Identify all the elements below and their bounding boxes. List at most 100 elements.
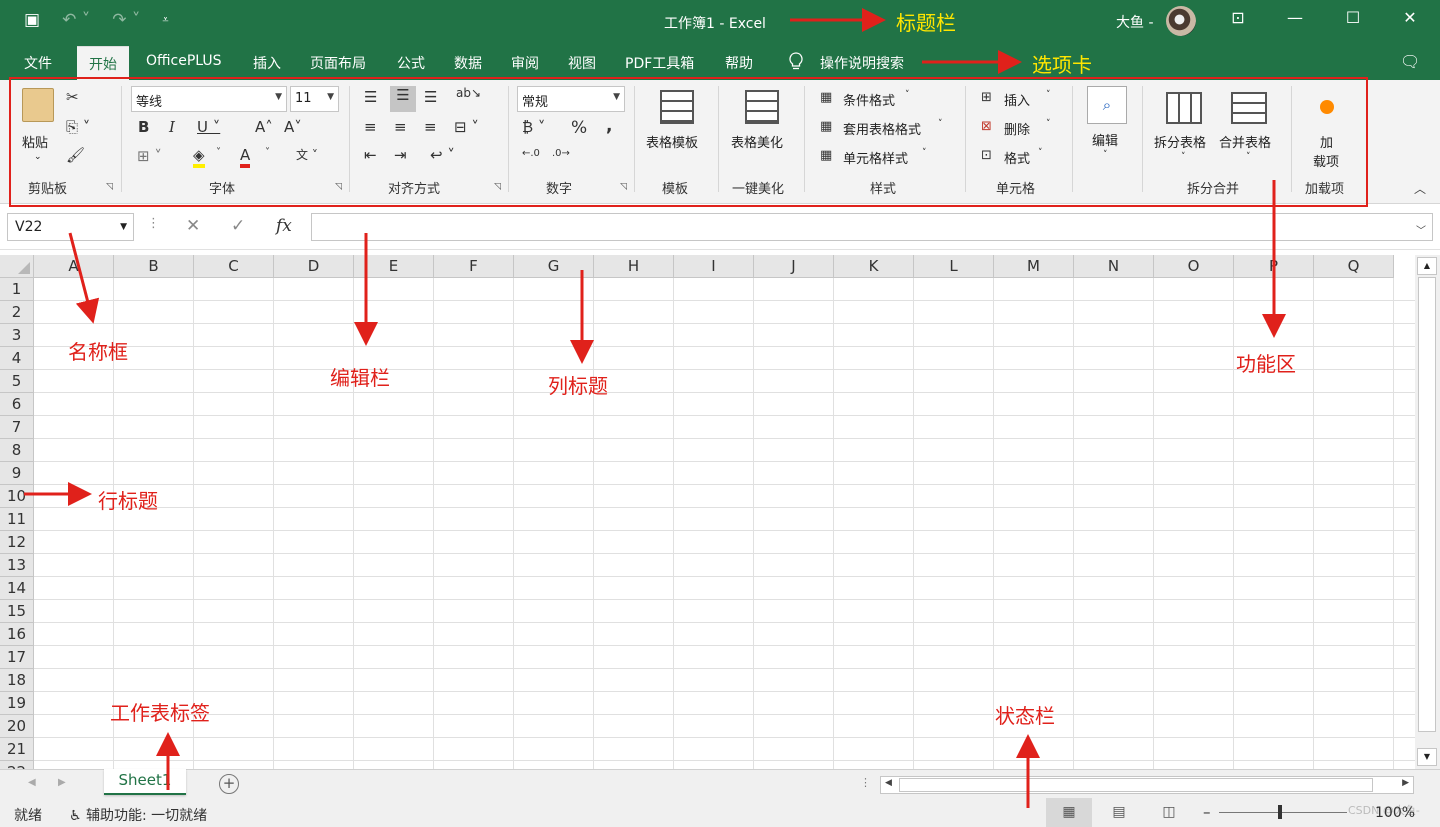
normal-view-icon[interactable]: ▦ xyxy=(1046,798,1092,827)
minimize-icon[interactable]: — xyxy=(1280,8,1310,27)
chevron-down-icon: ▼ xyxy=(120,222,127,232)
column-header[interactable]: D xyxy=(274,255,354,278)
column-header[interactable]: E xyxy=(354,255,434,278)
row-header[interactable]: 7 xyxy=(0,416,34,439)
tab-home[interactable]: 开始 xyxy=(77,46,129,80)
column-header[interactable]: H xyxy=(594,255,674,278)
page-break-view-icon[interactable]: ◫ xyxy=(1146,798,1192,827)
scroll-down-icon[interactable]: ▼ xyxy=(1417,748,1437,766)
row-header[interactable]: 10 xyxy=(0,485,34,508)
user-name[interactable]: 大鱼 - xyxy=(1116,12,1154,32)
zoom-out-icon[interactable]: – xyxy=(1203,803,1211,821)
tab-insert[interactable]: 插入 xyxy=(253,53,281,73)
collapse-ribbon-icon[interactable]: ︿ xyxy=(1414,180,1426,197)
scroll-left-icon[interactable]: ◀ xyxy=(885,778,892,788)
expand-formula-bar-icon[interactable]: ﹀ xyxy=(1416,222,1426,237)
zoom-slider[interactable] xyxy=(1219,812,1347,813)
column-header[interactable]: J xyxy=(754,255,834,278)
sheet-tab[interactable]: Sheet1 xyxy=(104,769,186,795)
row-header[interactable]: 18 xyxy=(0,669,34,692)
ribbon-display-options-icon[interactable]: ⊡ xyxy=(1223,8,1253,27)
undo-icon[interactable]: ↶ ˅ xyxy=(62,10,90,30)
row-header[interactable]: 14 xyxy=(0,577,34,600)
row-header[interactable]: 5 xyxy=(0,370,34,393)
scroll-right-icon[interactable]: ▶ xyxy=(1402,778,1409,788)
zoom-slider-thumb[interactable] xyxy=(1278,805,1282,819)
annotation-column-header: 列标题 xyxy=(548,374,608,398)
accessibility-status[interactable]: ♿ 辅助功能: 一切就绪 xyxy=(69,805,207,825)
horizontal-scrollbar[interactable]: ◀ ▶ xyxy=(880,776,1414,794)
row-header[interactable]: 8 xyxy=(0,439,34,462)
insert-function-button[interactable]: fx xyxy=(276,216,292,236)
column-header[interactable]: C xyxy=(194,255,274,278)
column-header[interactable]: L xyxy=(914,255,994,278)
column-header[interactable]: O xyxy=(1154,255,1234,278)
window-title: 工作簿1 - Excel xyxy=(664,16,766,32)
column-header[interactable]: K xyxy=(834,255,914,278)
row-header[interactable]: 1 xyxy=(0,278,34,301)
row-header[interactable]: 16 xyxy=(0,623,34,646)
name-box[interactable]: V22 ▼ xyxy=(7,213,134,241)
tab-help[interactable]: 帮助 xyxy=(725,53,753,73)
close-icon[interactable]: ✕ xyxy=(1395,8,1425,27)
worksheet-grid[interactable]: A B C D E F G H I J K L M N O P Q 1 2 3 4 5 6 7 8 9 10 11 12 13 14 15 16… xyxy=(0,255,1415,769)
column-header[interactable]: Q xyxy=(1314,255,1394,278)
maximize-icon[interactable]: ☐ xyxy=(1338,8,1368,27)
cell-grid[interactable] xyxy=(34,278,1415,769)
tab-officeplus[interactable]: OfficePLUS xyxy=(146,53,222,69)
column-header[interactable]: A xyxy=(34,255,114,278)
row-header[interactable]: 9 xyxy=(0,462,34,485)
comments-icon[interactable]: 🗨 xyxy=(1400,52,1420,71)
horizontal-scroll-thumb[interactable] xyxy=(899,778,1373,792)
cancel-icon[interactable]: ✕ xyxy=(186,216,200,236)
enter-icon[interactable]: ✓ xyxy=(231,216,245,236)
column-header[interactable]: G xyxy=(514,255,594,278)
row-header[interactable]: 15 xyxy=(0,600,34,623)
row-header[interactable]: 12 xyxy=(0,531,34,554)
row-header[interactable]: 4 xyxy=(0,347,34,370)
row-header[interactable]: 13 xyxy=(0,554,34,577)
tab-file[interactable]: 文件 xyxy=(24,53,52,73)
vertical-scroll-thumb[interactable] xyxy=(1418,277,1436,732)
column-header[interactable]: I xyxy=(674,255,754,278)
sheet-tab-bar: ◀ ▶ Sheet1 + ⋮ ◀ ▶ xyxy=(0,769,1440,798)
tab-pdf-toolbox[interactable]: PDF工具箱 xyxy=(625,53,694,73)
row-header[interactable]: 3 xyxy=(0,324,34,347)
row-header[interactable]: 22 xyxy=(0,761,34,769)
column-header[interactable]: B xyxy=(114,255,194,278)
prev-sheet-icon[interactable]: ◀ xyxy=(28,777,36,788)
row-header[interactable]: 19 xyxy=(0,692,34,715)
column-header[interactable]: M xyxy=(994,255,1074,278)
avatar[interactable] xyxy=(1166,6,1196,36)
tell-me-search[interactable]: 操作说明搜索 xyxy=(820,53,904,73)
splitter-icon[interactable]: ⋮ xyxy=(860,776,871,789)
row-header[interactable]: 17 xyxy=(0,646,34,669)
next-sheet-icon[interactable]: ▶ xyxy=(58,777,66,788)
formula-bar: V22 ▼ ⋮ ✕ ✓ fx ﹀ xyxy=(0,205,1440,250)
row-header[interactable]: 11 xyxy=(0,508,34,531)
row-header[interactable]: 2 xyxy=(0,301,34,324)
row-header[interactable]: 20 xyxy=(0,715,34,738)
annotation-tabs: 选项卡 xyxy=(1032,53,1092,77)
column-header[interactable]: F xyxy=(434,255,514,278)
column-header[interactable]: N xyxy=(1074,255,1154,278)
add-sheet-icon[interactable]: + xyxy=(219,774,239,794)
tab-review[interactable]: 审阅 xyxy=(511,53,539,73)
scroll-up-icon[interactable]: ▲ xyxy=(1417,257,1437,275)
accessibility-icon: ♿ xyxy=(69,808,87,824)
tab-formulas[interactable]: 公式 xyxy=(397,53,425,73)
vertical-scrollbar[interactable]: ▲ ▼ xyxy=(1415,255,1440,769)
tab-data[interactable]: 数据 xyxy=(454,53,482,73)
row-header[interactable]: 6 xyxy=(0,393,34,416)
zoom-level[interactable]: 100% xyxy=(1375,805,1415,821)
customize-qat-icon[interactable]: ⩡ xyxy=(162,13,168,27)
formula-input[interactable]: ﹀ xyxy=(311,213,1433,241)
row-header[interactable]: 21 xyxy=(0,738,34,761)
select-all-corner[interactable] xyxy=(0,255,34,278)
page-layout-view-icon[interactable]: ▤ xyxy=(1096,798,1142,827)
tab-page-layout[interactable]: 页面布局 xyxy=(310,53,366,73)
redo-icon[interactable]: ↷ ˅ xyxy=(112,10,140,30)
tab-view[interactable]: 视图 xyxy=(568,53,596,73)
save-icon[interactable]: ▣ xyxy=(24,10,40,30)
column-header[interactable]: P xyxy=(1234,255,1314,278)
